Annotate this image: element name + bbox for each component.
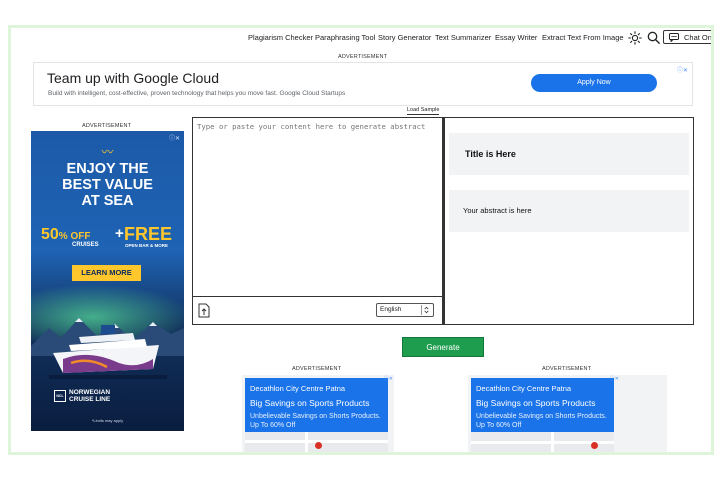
norwegian-cruise-ad[interactable]: ⓘ✕ 〰 ENJOY THE BEST VALUE AT SEA 50% OFF… — [31, 131, 184, 431]
norwegian-logo-text: NORWEGIAN CRUISE LINE — [69, 389, 110, 403]
headline-line-1: ENJOY THE — [66, 161, 149, 177]
google-cloud-banner-ad[interactable]: Team up with Google Cloud Build with int… — [33, 62, 693, 106]
free-label: FREE — [124, 224, 173, 244]
cruise-ship-illustration — [49, 325, 167, 379]
chevron-updown-icon — [421, 305, 429, 315]
open-bar-label: OPEN BAR & MORE — [125, 243, 169, 248]
ad-label-bottom-right: ADVERTISEMENT — [542, 366, 592, 372]
map-pin-icon — [591, 442, 598, 449]
output-panel: Title is Here Your abstract is here — [443, 117, 694, 325]
content-input[interactable] — [197, 122, 439, 290]
headline-line-2: BEST VALUE — [62, 177, 153, 193]
map-preview — [245, 432, 388, 452]
language-value: English — [380, 306, 402, 313]
decathlon-ad-1[interactable]: Decathlon City Centre Patna Big Savings … — [242, 375, 394, 452]
brand-wave-icon: 〰 — [101, 145, 114, 159]
chat-icon — [669, 33, 679, 42]
learn-more-button[interactable]: LEARN MORE — [72, 265, 141, 281]
search-icon[interactable] — [647, 31, 660, 44]
adchoices-icon[interactable]: ⓘ✕ — [384, 375, 393, 382]
ad-label-left: ADVERTISEMENT — [82, 123, 132, 129]
brand-line-1: NORWEGIAN — [69, 389, 111, 396]
theme-toggle-sun-icon[interactable] — [628, 31, 642, 45]
adchoices-icon[interactable]: ⓘ✕ — [677, 65, 688, 74]
upload-file-icon[interactable] — [198, 303, 210, 318]
ncl-logo-icon: NCL — [54, 390, 66, 402]
load-sample-link[interactable]: Load Sample — [407, 107, 440, 115]
nav-story-generator[interactable]: Story Generator — [378, 33, 431, 42]
generated-abstract: Your abstract is here — [449, 190, 689, 232]
adchoices-icon[interactable]: ⓘ✕ — [169, 133, 180, 142]
ad-headline: Big Savings on Sports Products — [250, 398, 370, 408]
nav-text-summarizer[interactable]: Text Summarizer — [435, 33, 491, 42]
map-preview — [471, 432, 614, 452]
chat-online-button[interactable]: Chat Onl — [663, 30, 714, 44]
generate-button[interactable]: Generate — [402, 337, 484, 357]
banner-ad-title: Team up with Google Cloud — [47, 70, 219, 86]
language-select[interactable]: English — [376, 303, 434, 317]
cruises-label: CRUISES — [72, 242, 99, 248]
adchoices-icon[interactable]: ⓘ✕ — [610, 375, 619, 382]
discount-value: 50 — [41, 226, 59, 243]
banner-ad-subtitle: Build with intelligent, cost-effective, … — [48, 90, 346, 97]
decathlon-ad-2[interactable]: Decathlon City Centre Patna Big Savings … — [468, 375, 667, 452]
nav-essay-writer[interactable]: Essay Writer — [495, 33, 537, 42]
side-ad-headline: ENJOY THE BEST VALUE AT SEA — [31, 161, 184, 209]
generated-title: Title is Here — [449, 133, 689, 175]
ad-terms: *Limits may apply — [91, 418, 124, 423]
nav-plagiarism-checker[interactable]: Plagiarism Checker — [248, 33, 313, 42]
ad-text: Unbelievable Savings on Shorts Products.… — [476, 413, 607, 429]
discount-suffix: % OFF — [58, 231, 91, 242]
ncl-logo-text: NCL — [56, 394, 64, 398]
nav-extract-text-from-image[interactable]: Extract Text From Image — [542, 33, 624, 42]
ad-brand: Decathlon City Centre Patna — [476, 384, 572, 393]
editor-footer: English — [193, 296, 442, 324]
chat-online-label: Chat Onl — [684, 33, 714, 42]
map-pin-icon — [315, 442, 322, 449]
ad-brand: Decathlon City Centre Patna — [250, 384, 346, 393]
ad-label-bottom-left: ADVERTISEMENT — [292, 366, 342, 372]
brand-line-2: CRUISE LINE — [69, 396, 111, 403]
page-frame: Plagiarism Checker Paraphrasing Tool Sto… — [8, 25, 714, 455]
top-nav: Plagiarism Checker Paraphrasing Tool Sto… — [11, 28, 711, 48]
ad-headline: Big Savings on Sports Products — [476, 398, 596, 408]
nav-paraphrasing-tool[interactable]: Paraphrasing Tool — [315, 33, 375, 42]
apply-now-button[interactable]: Apply Now — [531, 74, 657, 92]
plus-sign: + — [115, 225, 124, 242]
headline-line-3: AT SEA — [81, 193, 134, 209]
input-editor-panel: English — [192, 117, 443, 325]
ad-label-top: ADVERTISEMENT — [338, 54, 388, 60]
ad-text: Unbelievable Savings on Shorts Products.… — [250, 413, 381, 429]
